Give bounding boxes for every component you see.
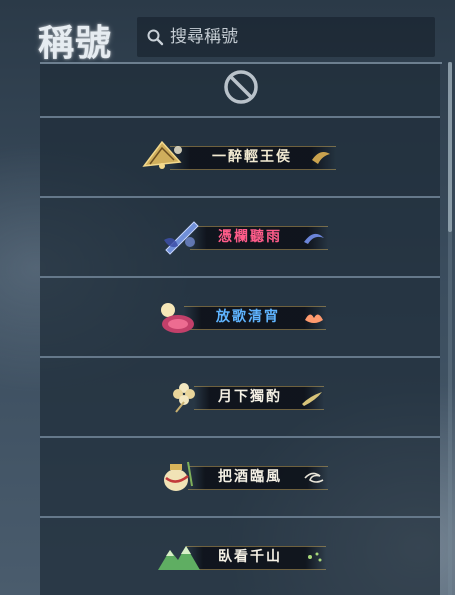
title-label: 憑欄聽雨 bbox=[218, 229, 282, 245]
title-row[interactable]: 把酒臨風 bbox=[40, 438, 440, 518]
page-title: 稱號 bbox=[38, 22, 113, 64]
lantern-icon bbox=[161, 303, 194, 333]
title-list: 一醉輕王侯 憑欄聽雨 放歌清宵 月下獨酌 把酒臨風 臥看千山 bbox=[40, 62, 442, 595]
title-row[interactable]: 憑欄聽雨 bbox=[40, 198, 440, 278]
title-row[interactable]: 一醉輕王侯 bbox=[40, 118, 440, 198]
title-badge: 月下獨酌 bbox=[164, 382, 324, 413]
search-box[interactable] bbox=[137, 17, 435, 57]
search-icon bbox=[147, 29, 164, 46]
title-label: 放歌清宵 bbox=[216, 309, 280, 325]
badge-ornament bbox=[304, 233, 324, 244]
title-label: 月下獨酌 bbox=[218, 389, 282, 405]
no-title-option[interactable] bbox=[40, 64, 440, 118]
no-title-icon bbox=[224, 70, 258, 104]
wine-jar-icon bbox=[164, 461, 193, 491]
title-badge: 憑欄聽雨 bbox=[160, 221, 328, 255]
title-label: 把酒臨風 bbox=[218, 469, 282, 485]
sword-icon bbox=[164, 221, 199, 255]
badge-ornament bbox=[308, 552, 322, 562]
title-badge: 一醉輕王侯 bbox=[140, 140, 336, 172]
title-label: 臥看千山 bbox=[218, 549, 282, 565]
flower-icon bbox=[173, 383, 195, 413]
badge-ornament bbox=[305, 314, 323, 323]
fan-icon bbox=[142, 140, 182, 169]
header: 稱號 bbox=[0, 0, 455, 64]
title-row[interactable]: 放歌清宵 bbox=[40, 278, 440, 358]
title-row[interactable]: 月下獨酌 bbox=[40, 358, 440, 438]
badge-ornament bbox=[302, 392, 322, 406]
scroll-thumb[interactable] bbox=[448, 62, 452, 232]
title-badge: 把酒臨風 bbox=[158, 461, 328, 492]
title-badge: 放歌清宵 bbox=[154, 302, 326, 333]
title-badge: 臥看千山 bbox=[156, 542, 326, 572]
badge-ornament bbox=[304, 472, 324, 483]
title-row[interactable]: 臥看千山 bbox=[40, 518, 440, 595]
title-label: 一醉輕王侯 bbox=[212, 149, 292, 165]
mountain-icon bbox=[158, 546, 200, 570]
search-input[interactable] bbox=[170, 22, 420, 52]
scrollbar[interactable] bbox=[448, 62, 452, 595]
badge-ornament bbox=[312, 152, 330, 164]
